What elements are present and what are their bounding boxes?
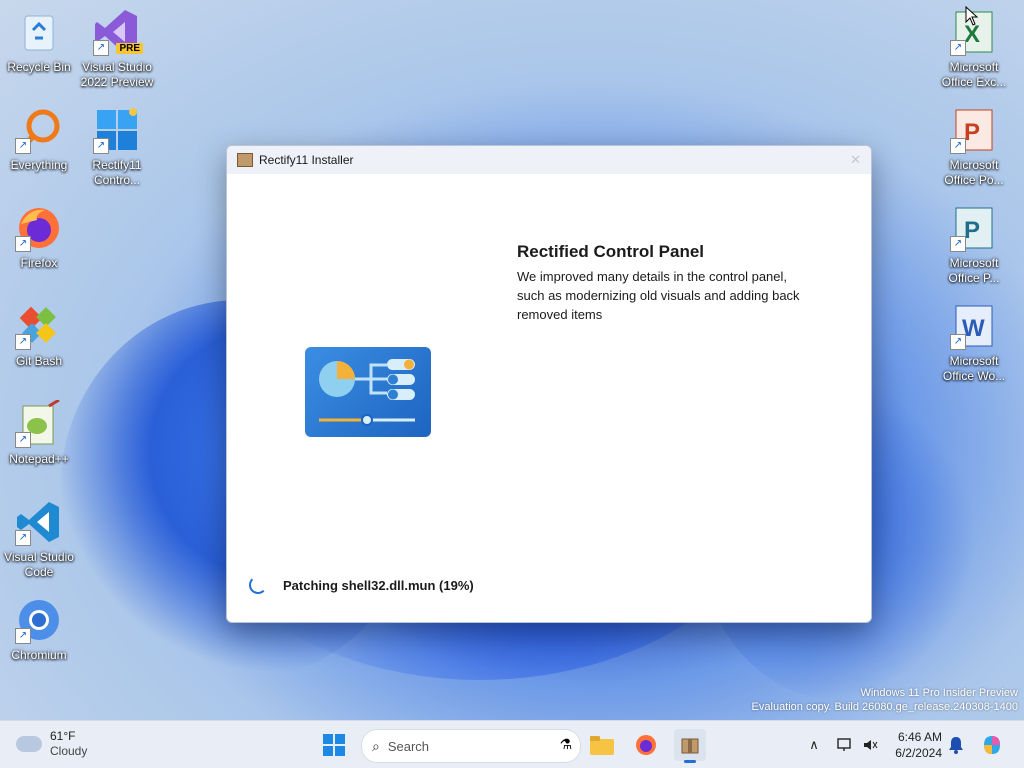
bell-icon bbox=[949, 737, 963, 754]
active-indicator bbox=[684, 760, 696, 763]
desktop-icon-recycle-bin[interactable]: Recycle Bin bbox=[1, 8, 77, 75]
taskbar-rectify11-installer[interactable] bbox=[674, 729, 706, 763]
desktop-icon-label: Microsoft Office Wo... bbox=[942, 354, 1006, 383]
vscode-icon: ↗ bbox=[15, 498, 63, 546]
window-title: Rectify11 Installer bbox=[259, 153, 354, 167]
start-button[interactable] bbox=[318, 729, 350, 761]
chevron-up-icon: ∧ bbox=[809, 737, 819, 752]
taskbar: 61°F Cloudy ⌕ Search ⚗ ∧ 6:46 AM 6/2/202… bbox=[0, 720, 1024, 768]
volume-button[interactable] bbox=[854, 729, 886, 761]
shortcut-arrow-icon: ↗ bbox=[950, 40, 966, 56]
clock-date: 6/2/2024 bbox=[895, 746, 942, 760]
desktop-icon-label: Notepad++ bbox=[9, 452, 69, 466]
search-placeholder: Search bbox=[387, 738, 430, 754]
folder-icon bbox=[590, 736, 614, 755]
rectify11-icon: ↗ bbox=[93, 106, 141, 154]
git-bash-icon: ↗ bbox=[15, 302, 63, 350]
taskbar-file-explorer[interactable] bbox=[586, 729, 618, 761]
desktop-icon-label: Rectify11 Contro... bbox=[92, 158, 142, 187]
volume-muted-icon bbox=[864, 740, 878, 750]
firefox-icon bbox=[636, 735, 656, 755]
close-button[interactable]: ✕ bbox=[850, 152, 861, 168]
desktop-icon-label: Microsoft Office P... bbox=[948, 256, 1000, 285]
shortcut-arrow-icon: ↗ bbox=[950, 334, 966, 350]
shortcut-arrow-icon: ↗ bbox=[15, 530, 31, 546]
shortcut-arrow-icon: ↗ bbox=[93, 138, 109, 154]
shortcut-arrow-icon: ↗ bbox=[15, 628, 31, 644]
shortcut-arrow-icon: ↗ bbox=[15, 236, 31, 252]
mouse-pointer-icon bbox=[965, 6, 979, 26]
desktop-icon-vscode[interactable]: ↗ Visual Studio Code bbox=[1, 498, 77, 580]
weather-condition: Cloudy bbox=[50, 744, 88, 758]
taskbar-search-box[interactable]: ⌕ Search ⚗ bbox=[361, 729, 581, 763]
recycle-bin-icon bbox=[15, 8, 63, 56]
notifications-button[interactable] bbox=[940, 729, 972, 761]
svg-text:P: P bbox=[964, 119, 980, 146]
svg-text:P: P bbox=[964, 217, 980, 244]
shortcut-arrow-icon: ↗ bbox=[15, 334, 31, 350]
desktop-icon-label: Git Bash bbox=[15, 354, 63, 368]
search-icon: ⌕ bbox=[372, 737, 380, 754]
status-row: Patching shell32.dll.mun (19%) bbox=[249, 576, 474, 594]
copilot-icon bbox=[984, 736, 1000, 754]
publisher-icon: P ↗ bbox=[950, 204, 998, 252]
feature-heading: Rectified Control Panel bbox=[517, 242, 705, 261]
network-icon bbox=[837, 738, 851, 751]
desktop-icon-git-bash[interactable]: ↗ Git Bash bbox=[1, 302, 77, 369]
desktop-icon-powerpoint[interactable]: P ↗ Microsoft Office Po... bbox=[936, 106, 1012, 188]
visual-studio-icon: PRE ↗ bbox=[93, 8, 143, 56]
desktop-icon-publisher[interactable]: P ↗ Microsoft Office P... bbox=[936, 204, 1012, 286]
desktop: Recycle Bin ↗ Everything ↗ Firefox ↗ Git… bbox=[0, 0, 1024, 720]
pre-badge: PRE bbox=[116, 43, 143, 54]
watermark-line: Evaluation copy. Build 26080.ge_release.… bbox=[751, 701, 1018, 713]
weather-temperature: 61°F bbox=[50, 729, 76, 743]
title-bar[interactable]: Rectify11 Installer ✕ bbox=[227, 146, 871, 174]
desktop-icon-label: Visual Studio 2022 Preview bbox=[80, 60, 154, 89]
installer-box-icon bbox=[681, 738, 699, 754]
desktop-icon-label: Visual Studio Code bbox=[4, 550, 74, 579]
shortcut-arrow-icon: ↗ bbox=[93, 40, 109, 56]
desktop-icon-label: Firefox bbox=[20, 256, 58, 270]
desktop-icon-label: Recycle Bin bbox=[7, 60, 71, 74]
desktop-icon-everything[interactable]: ↗ Everything bbox=[1, 106, 77, 173]
cloud-icon bbox=[16, 736, 42, 752]
desktop-icon-firefox[interactable]: ↗ Firefox bbox=[1, 204, 77, 271]
desktop-icon-notepadpp[interactable]: ↗ Notepad++ bbox=[1, 398, 77, 467]
notepadpp-icon: ↗ bbox=[15, 398, 63, 448]
weather-widget[interactable]: 61°F Cloudy bbox=[16, 729, 87, 759]
chromium-icon: ↗ bbox=[15, 596, 63, 644]
desktop-icon-label: Microsoft Office Po... bbox=[944, 158, 1004, 187]
search-highlight-icon: ⚗ bbox=[559, 736, 572, 752]
evaluation-watermark: Windows 11 Pro Insider Preview Evaluatio… bbox=[752, 686, 1018, 714]
status-text: Patching shell32.dll.mun (19%) bbox=[283, 577, 474, 593]
control-panel-icon bbox=[305, 347, 431, 437]
firefox-icon: ↗ bbox=[15, 204, 63, 252]
desktop-icon-chromium[interactable]: ↗ Chromium bbox=[1, 596, 77, 663]
installer-window[interactable]: Rectify11 Installer ✕ Rectified Control … bbox=[226, 145, 872, 623]
everything-icon: ↗ bbox=[15, 106, 63, 154]
installer-box-icon bbox=[237, 153, 253, 167]
taskbar-firefox[interactable] bbox=[630, 729, 662, 761]
desktop-icon-rectify11[interactable]: ↗ Rectify11 Contro... bbox=[79, 106, 155, 188]
shortcut-arrow-icon: ↗ bbox=[950, 138, 966, 154]
shortcut-arrow-icon: ↗ bbox=[950, 236, 966, 252]
copilot-button[interactable] bbox=[976, 729, 1008, 761]
feature-description: We improved many details in the control … bbox=[517, 269, 800, 322]
system-clock[interactable]: 6:46 AM 6/2/2024 bbox=[886, 729, 942, 761]
desktop-icon-label: Microsoft Office Exc... bbox=[941, 60, 1007, 89]
shortcut-arrow-icon: ↗ bbox=[15, 432, 31, 448]
show-hidden-icons-button[interactable]: ∧ bbox=[798, 729, 830, 761]
windows-logo-icon bbox=[323, 734, 345, 756]
watermark-line: Windows 11 Pro Insider Preview bbox=[860, 687, 1018, 699]
clock-time: 6:46 AM bbox=[897, 730, 942, 744]
desktop-icon-label: Chromium bbox=[11, 648, 67, 662]
desktop-icon-label: Everything bbox=[10, 158, 68, 172]
desktop-icon-word[interactable]: W ↗ Microsoft Office Wo... bbox=[936, 302, 1012, 384]
loading-spinner-icon bbox=[249, 576, 267, 594]
desktop-icon-visual-studio[interactable]: PRE ↗ Visual Studio 2022 Preview bbox=[79, 8, 155, 90]
powerpoint-icon: P ↗ bbox=[950, 106, 998, 154]
shortcut-arrow-icon: ↗ bbox=[15, 138, 31, 154]
word-icon: W ↗ bbox=[950, 302, 998, 350]
